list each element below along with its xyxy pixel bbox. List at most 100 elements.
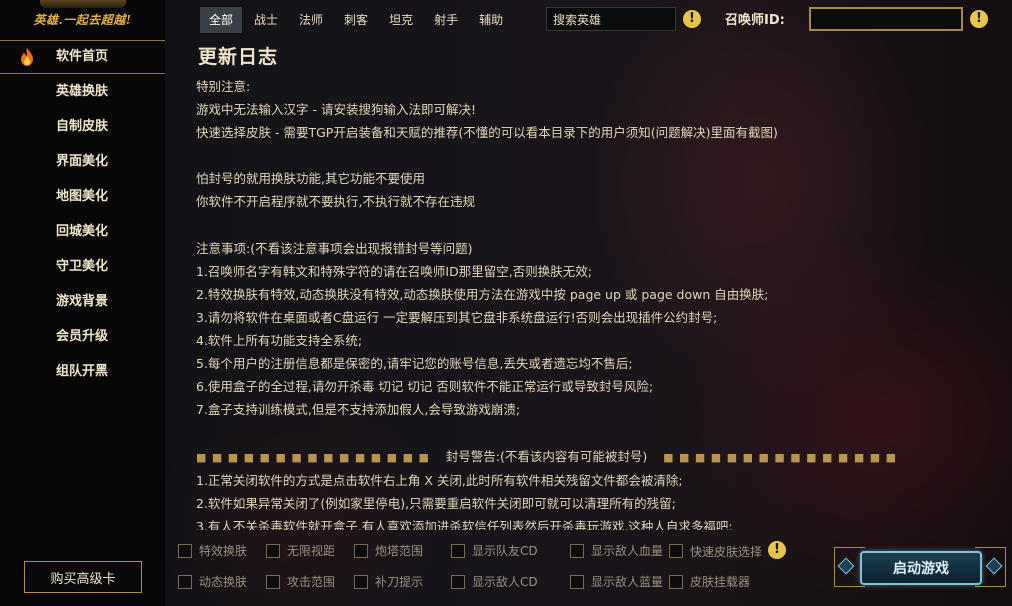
changelog-line: 5.每个用户的注册信息都是保密的,请牢记您的账号信息,丢失或者遗忘均不售后;: [196, 356, 633, 372]
option-ally-cd[interactable]: 显示队友CD: [451, 542, 538, 559]
option-skin-mount[interactable]: 皮肤挂载器: [669, 573, 750, 590]
sidebar-item-home[interactable]: 软件首页: [0, 40, 165, 74]
sidebar-item-recall-beautify[interactable]: 回城美化: [0, 214, 165, 249]
checkbox[interactable]: [354, 574, 368, 589]
warning-icon[interactable]: !: [683, 10, 701, 28]
sidebar-item-label: 守卫美化: [56, 259, 109, 274]
option-label: 显示敌人血量: [591, 544, 664, 558]
tab-assassin[interactable]: 刺客: [335, 7, 377, 33]
changelog-line: 3.请勿将软件在桌面或者C盘运行 一定要解压到其它盘非系统盘运行!否则会出现插件…: [196, 309, 718, 325]
option-label: 皮肤挂载器: [690, 575, 751, 589]
changelog-line: 1.召唤师名字有韩文和特殊字符的请在召唤师ID那里留空,否则换肤无效;: [196, 263, 592, 279]
page-title: 更新日志: [198, 46, 279, 68]
tab-tank[interactable]: 坦克: [380, 7, 422, 33]
checkbox[interactable]: [669, 574, 683, 589]
changelog-line: 快速选择皮肤 - 需要TGP开启装备和天赋的推荐(不懂的可以看本目录下的用户须知…: [196, 125, 778, 141]
changelog-panel: 更新日志 特别注意: 游戏中无法输入汉字 - 请安装搜狗输入法即可解决! 快速选择皮…: [196, 40, 916, 530]
ban-warning-line: 3.有人不关杀毒软件就开盒子,有人喜欢添加进杀软信任列表然后开杀毒玩游戏,这种人…: [196, 518, 733, 530]
changelog-line: 游戏中无法输入汉字 - 请安装搜狗输入法即可解决!: [196, 102, 476, 118]
changelog-line: [196, 421, 916, 444]
checkbox[interactable]: [178, 574, 192, 589]
tab-support[interactable]: 辅助: [470, 7, 512, 33]
option-attack[interactable]: 攻击范围: [266, 573, 335, 590]
sidebar-item-label: 地图美化: [56, 189, 109, 204]
option-lasthit[interactable]: 补刀提示: [354, 573, 423, 590]
changelog-line: 4.软件上所有功能支持全系统;: [196, 333, 363, 349]
option-effect[interactable]: 特效换肤: [178, 542, 247, 559]
checkbox[interactable]: [570, 543, 584, 558]
sidebar-item-label: 自制皮肤: [56, 119, 109, 134]
option-label: 无限视距: [287, 544, 336, 558]
tab-marksman[interactable]: 射手: [425, 7, 467, 33]
checkbox[interactable]: [266, 543, 280, 558]
summoner-id-label: 召唤师ID:: [725, 13, 785, 28]
checkbox[interactable]: [451, 574, 465, 589]
option-enemy-cd[interactable]: 显示敌人CD: [451, 573, 538, 590]
checkbox[interactable]: [354, 543, 368, 558]
option-fast-skin[interactable]: 快速皮肤选择!: [669, 541, 787, 560]
warning-icon[interactable]: !: [970, 10, 988, 28]
option-label: 炮塔范围: [375, 544, 424, 558]
checkbox[interactable]: [266, 574, 280, 589]
warning-icon[interactable]: !: [768, 541, 787, 559]
tab-mage[interactable]: 法师: [290, 7, 332, 33]
sidebar-item-vip-upgrade[interactable]: 会员升级: [0, 319, 165, 354]
option-label: 攻击范围: [287, 575, 336, 589]
buy-premium-card-button[interactable]: 购买高级卡: [24, 561, 142, 593]
ban-warning-text: 1.正常关闭软件的方式是点击软件右上角 X 关闭,此时所有软件相关残留文件都会被…: [196, 469, 916, 530]
option-enemy-mp[interactable]: 显示敌人蓝量: [570, 573, 663, 590]
start-game-area: 启动游戏: [834, 543, 1006, 589]
option-enemy-hp[interactable]: 显示敌人血量: [570, 542, 663, 559]
dotted-divider: ■ ■ ■ ■ ■ ■ ■ ■ ■ ■ ■ ■ ■ ■ ■: [663, 450, 897, 464]
sidebar-item-custom-skin[interactable]: 自制皮肤: [0, 109, 165, 144]
logo-text: 英雄.一起去超越!: [33, 12, 132, 27]
changelog-line: 7.盒子支持训练模式,但是不支持添加假人,会导致游戏崩溃;: [196, 402, 521, 418]
tab-all[interactable]: 全部: [200, 7, 243, 33]
sidebar-item-map-beautify[interactable]: 地图美化: [0, 179, 165, 214]
summoner-id-input[interactable]: [809, 7, 963, 31]
option-dynamic[interactable]: 动态换肤: [178, 573, 247, 590]
sidebar-item-game-background[interactable]: 游戏背景: [0, 284, 165, 319]
sidebar-item-ward-beautify[interactable]: 守卫美化: [0, 249, 165, 284]
checkbox[interactable]: [669, 544, 683, 558]
changelog-line: 特别注意:: [196, 79, 251, 94]
sidebar-item-team-up[interactable]: 组队开黑: [0, 354, 165, 389]
changelog-line: 注意事项:(不看该注意事项会出现报错封号等问题): [196, 240, 473, 256]
changelog-line: 你软件不开启程序就不要执行,不执行就不存在违规: [196, 194, 475, 210]
sidebar-item-ui-beautify[interactable]: 界面美化: [0, 144, 165, 179]
option-label: 显示敌人CD: [472, 575, 538, 589]
option-label: 补刀提示: [375, 575, 424, 589]
option-label: 显示敌人蓝量: [591, 575, 664, 589]
option-tower[interactable]: 炮塔范围: [354, 542, 423, 559]
option-view[interactable]: 无限视距: [266, 542, 335, 559]
logo-crest: [40, 0, 126, 8]
tab-warrior[interactable]: 战士: [245, 7, 287, 33]
hero-search-input[interactable]: [546, 7, 676, 31]
sidebar-item-label: 回城美化: [56, 224, 109, 239]
changelog-line: 怕封号的就用换肤功能,其它功能不要使用: [196, 171, 425, 187]
sidebar-item-label: 游戏背景: [56, 294, 109, 309]
changelog-line: 2.特效换肤有特效,动态换肤没有特效,动态换肤使用方法在游戏中按 page up…: [196, 286, 769, 302]
hero-filter-tabs: 全部 战士 法师 刺客 坦克 射手 辅助: [200, 6, 515, 34]
ban-warning-line: 2.软件如果异常关闭了(例如家里停电),只需要重启软件关闭即可就可以清理所有的残…: [196, 495, 676, 511]
start-game-button[interactable]: 启动游戏: [860, 551, 982, 585]
sidebar-item-label: 界面美化: [56, 154, 109, 169]
sidebar-item-label: 软件首页: [56, 49, 109, 64]
option-label: 动态换肤: [199, 575, 248, 589]
checkbox[interactable]: [570, 574, 584, 589]
flame-icon: [21, 48, 33, 66]
changelog-text: 特别注意: 游戏中无法输入汉字 - 请安装搜狗输入法即可解决! 快速选择皮肤 - 需…: [196, 75, 916, 445]
ban-warning-line: 1.正常关闭软件的方式是点击软件右上角 X 关闭,此时所有软件相关残留文件都会被…: [196, 472, 683, 488]
sidebar-item-hero-skin[interactable]: 英雄换肤: [0, 74, 165, 109]
changelog-line: [196, 144, 916, 167]
option-label: 快速皮肤选择: [690, 544, 763, 559]
sidebar-nav: 软件首页 英雄换肤 自制皮肤 界面美化 地图美化 回城美化 守卫美化 游戏背景 …: [0, 40, 165, 389]
changelog-line: [196, 214, 916, 237]
changelog-line: 6.使用盒子的全过程,请勿开杀毒 切记 切记 否则软件不能正常运行或导致封号风险…: [196, 379, 654, 395]
option-label: 显示队友CD: [472, 544, 538, 558]
checkbox[interactable]: [451, 543, 465, 558]
app-logo: 英雄.一起去超越!: [0, 0, 165, 38]
checkbox[interactable]: [178, 543, 192, 558]
sidebar-item-label: 会员升级: [56, 329, 109, 344]
ban-warning-header: ■ ■ ■ ■ ■ ■ ■ ■ ■ ■ ■ ■ ■ ■ ■ 封号警告:(不看该内…: [196, 445, 916, 469]
